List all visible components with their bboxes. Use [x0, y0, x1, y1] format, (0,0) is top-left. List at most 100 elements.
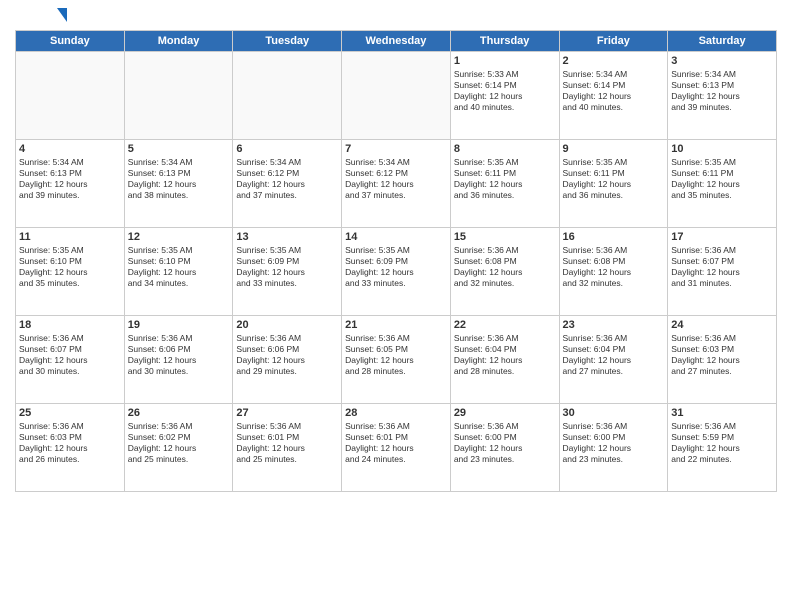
calendar-header-friday: Friday	[559, 31, 668, 52]
day-number: 11	[19, 231, 121, 243]
day-info: Sunrise: 5:36 AM Sunset: 6:03 PM Dayligh…	[19, 421, 121, 465]
calendar-cell-4-3: 20 Sunrise: 5:36 AM Sunset: 6:06 PM Dayli…	[233, 316, 342, 404]
day-info: Sunrise: 5:35 AM Sunset: 6:11 PM Dayligh…	[671, 157, 773, 201]
day-info: Sunrise: 5:34 AM Sunset: 6:12 PM Dayligh…	[236, 157, 338, 201]
calendar-cell-4-7: 24 Sunrise: 5:36 AM Sunset: 6:03 PM Dayli…	[668, 316, 777, 404]
day-info: Sunrise: 5:35 AM Sunset: 6:09 PM Dayligh…	[345, 245, 447, 289]
day-info: Sunrise: 5:34 AM Sunset: 6:14 PM Dayligh…	[563, 69, 665, 113]
day-number: 30	[563, 407, 665, 419]
day-info: Sunrise: 5:36 AM Sunset: 5:59 PM Dayligh…	[671, 421, 773, 465]
day-number: 13	[236, 231, 338, 243]
calendar-table: SundayMondayTuesdayWednesdayThursdayFrid…	[15, 30, 777, 492]
calendar-cell-1-4	[342, 52, 451, 140]
day-info: Sunrise: 5:34 AM Sunset: 6:12 PM Dayligh…	[345, 157, 447, 201]
calendar-cell-1-6: 2 Sunrise: 5:34 AM Sunset: 6:14 PM Daylig…	[559, 52, 668, 140]
day-info: Sunrise: 5:34 AM Sunset: 6:13 PM Dayligh…	[128, 157, 230, 201]
calendar-cell-2-2: 5 Sunrise: 5:34 AM Sunset: 6:13 PM Daylig…	[124, 140, 233, 228]
day-number: 8	[454, 143, 556, 155]
day-info: Sunrise: 5:34 AM Sunset: 6:13 PM Dayligh…	[671, 69, 773, 113]
day-info: Sunrise: 5:36 AM Sunset: 6:06 PM Dayligh…	[236, 333, 338, 377]
day-info: Sunrise: 5:35 AM Sunset: 6:11 PM Dayligh…	[563, 157, 665, 201]
day-number: 29	[454, 407, 556, 419]
calendar-cell-4-2: 19 Sunrise: 5:36 AM Sunset: 6:06 PM Dayli…	[124, 316, 233, 404]
day-info: Sunrise: 5:36 AM Sunset: 6:04 PM Dayligh…	[454, 333, 556, 377]
calendar-cell-3-2: 12 Sunrise: 5:35 AM Sunset: 6:10 PM Dayli…	[124, 228, 233, 316]
day-number: 18	[19, 319, 121, 331]
day-number: 14	[345, 231, 447, 243]
day-number: 24	[671, 319, 773, 331]
day-info: Sunrise: 5:36 AM Sunset: 6:05 PM Dayligh…	[345, 333, 447, 377]
calendar-cell-2-5: 8 Sunrise: 5:35 AM Sunset: 6:11 PM Daylig…	[450, 140, 559, 228]
logo	[15, 10, 67, 22]
calendar-week-5: 25Sunrise: 5:36 AM Sunset: 6:03 PM Dayli…	[16, 404, 777, 492]
day-info: Sunrise: 5:35 AM Sunset: 6:10 PM Dayligh…	[19, 245, 121, 289]
calendar-header-thursday: Thursday	[450, 31, 559, 52]
calendar-week-3: 11 Sunrise: 5:35 AM Sunset: 6:10 PM Dayli…	[16, 228, 777, 316]
calendar-header-saturday: Saturday	[668, 31, 777, 52]
day-number: 12	[128, 231, 230, 243]
calendar-cell-5-4: 28 Sunrise: 5:36 AM Sunset: 6:01 PM Dayli…	[342, 404, 451, 492]
day-number: 4	[19, 143, 121, 155]
day-number: 16	[563, 231, 665, 243]
day-info: Sunrise: 5:36 AM Sunset: 6:07 PM Dayligh…	[671, 245, 773, 289]
day-info: Sunrise: 5:35 AM Sunset: 6:09 PM Dayligh…	[236, 245, 338, 289]
day-info: Sunrise: 5:35 AM Sunset: 6:10 PM Dayligh…	[128, 245, 230, 289]
calendar-cell-4-6: 23Sunrise: 5:36 AM Sunset: 6:04 PM Dayli…	[559, 316, 668, 404]
day-number: 5	[128, 143, 230, 155]
calendar-week-2: 4 Sunrise: 5:34 AM Sunset: 6:13 PM Daylig…	[16, 140, 777, 228]
day-number: 26	[128, 407, 230, 419]
day-number: 9	[563, 143, 665, 155]
calendar-cell-4-1: 18Sunrise: 5:36 AM Sunset: 6:07 PM Dayli…	[16, 316, 125, 404]
day-info: Sunrise: 5:36 AM Sunset: 6:01 PM Dayligh…	[345, 421, 447, 465]
day-info: Sunrise: 5:36 AM Sunset: 6:02 PM Dayligh…	[128, 421, 230, 465]
day-number: 7	[345, 143, 447, 155]
day-info: Sunrise: 5:36 AM Sunset: 6:06 PM Dayligh…	[128, 333, 230, 377]
day-number: 3	[671, 55, 773, 67]
day-number: 31	[671, 407, 773, 419]
calendar-header-tuesday: Tuesday	[233, 31, 342, 52]
day-number: 27	[236, 407, 338, 419]
day-number: 10	[671, 143, 773, 155]
day-info: Sunrise: 5:33 AM Sunset: 6:14 PM Dayligh…	[454, 69, 556, 113]
day-number: 23	[563, 319, 665, 331]
calendar-cell-5-7: 31 Sunrise: 5:36 AM Sunset: 5:59 PM Dayli…	[668, 404, 777, 492]
calendar-cell-5-2: 26 Sunrise: 5:36 AM Sunset: 6:02 PM Dayli…	[124, 404, 233, 492]
day-info: Sunrise: 5:36 AM Sunset: 6:08 PM Dayligh…	[563, 245, 665, 289]
day-number: 6	[236, 143, 338, 155]
calendar-cell-1-1	[16, 52, 125, 140]
calendar-header-monday: Monday	[124, 31, 233, 52]
day-info: Sunrise: 5:34 AM Sunset: 6:13 PM Dayligh…	[19, 157, 121, 201]
logo-triangle-icon	[57, 8, 67, 22]
calendar-header-row: SundayMondayTuesdayWednesdayThursdayFrid…	[16, 31, 777, 52]
day-number: 15	[454, 231, 556, 243]
calendar-week-1: 1 Sunrise: 5:33 AM Sunset: 6:14 PM Daylig…	[16, 52, 777, 140]
day-number: 22	[454, 319, 556, 331]
day-info: Sunrise: 5:36 AM Sunset: 6:03 PM Dayligh…	[671, 333, 773, 377]
day-number: 21	[345, 319, 447, 331]
day-info: Sunrise: 5:36 AM Sunset: 6:00 PM Dayligh…	[454, 421, 556, 465]
day-info: Sunrise: 5:35 AM Sunset: 6:11 PM Dayligh…	[454, 157, 556, 201]
calendar-cell-3-4: 14 Sunrise: 5:35 AM Sunset: 6:09 PM Dayli…	[342, 228, 451, 316]
calendar-cell-2-1: 4 Sunrise: 5:34 AM Sunset: 6:13 PM Daylig…	[16, 140, 125, 228]
calendar-cell-1-2	[124, 52, 233, 140]
calendar-cell-5-6: 30Sunrise: 5:36 AM Sunset: 6:00 PM Dayli…	[559, 404, 668, 492]
day-info: Sunrise: 5:36 AM Sunset: 6:01 PM Dayligh…	[236, 421, 338, 465]
day-number: 1	[454, 55, 556, 67]
day-info: Sunrise: 5:36 AM Sunset: 6:08 PM Dayligh…	[454, 245, 556, 289]
day-number: 2	[563, 55, 665, 67]
day-number: 20	[236, 319, 338, 331]
day-number: 17	[671, 231, 773, 243]
calendar-cell-2-6: 9 Sunrise: 5:35 AM Sunset: 6:11 PM Daylig…	[559, 140, 668, 228]
calendar-header-wednesday: Wednesday	[342, 31, 451, 52]
calendar-cell-3-1: 11 Sunrise: 5:35 AM Sunset: 6:10 PM Dayli…	[16, 228, 125, 316]
calendar-cell-2-7: 10 Sunrise: 5:35 AM Sunset: 6:11 PM Dayli…	[668, 140, 777, 228]
calendar-cell-5-1: 25Sunrise: 5:36 AM Sunset: 6:03 PM Dayli…	[16, 404, 125, 492]
calendar-header-sunday: Sunday	[16, 31, 125, 52]
calendar-cell-2-4: 7 Sunrise: 5:34 AM Sunset: 6:12 PM Daylig…	[342, 140, 451, 228]
calendar-cell-2-3: 6 Sunrise: 5:34 AM Sunset: 6:12 PM Daylig…	[233, 140, 342, 228]
calendar-cell-4-5: 22 Sunrise: 5:36 AM Sunset: 6:04 PM Dayli…	[450, 316, 559, 404]
day-number: 28	[345, 407, 447, 419]
calendar-week-4: 18Sunrise: 5:36 AM Sunset: 6:07 PM Dayli…	[16, 316, 777, 404]
calendar-cell-1-3	[233, 52, 342, 140]
day-number: 19	[128, 319, 230, 331]
